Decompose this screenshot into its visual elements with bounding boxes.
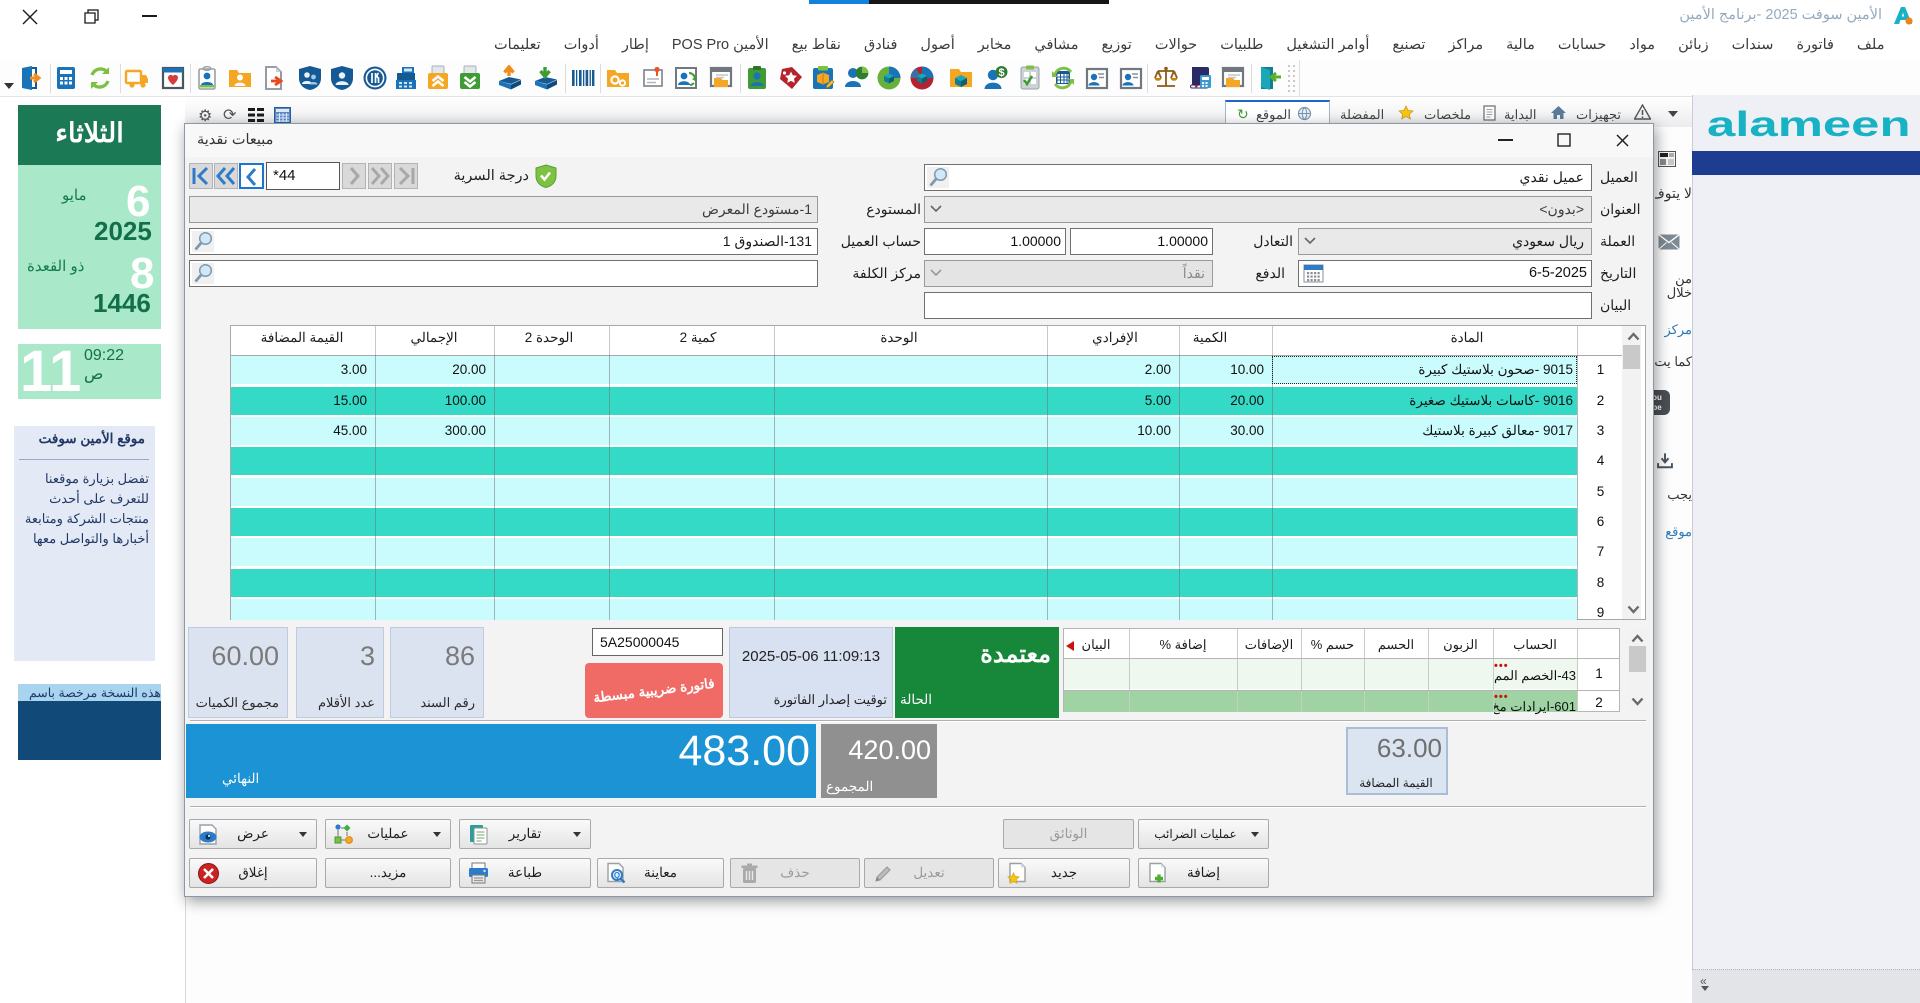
svg-text:Q: Q (614, 871, 620, 880)
svg-text:$: $ (998, 67, 1004, 79)
